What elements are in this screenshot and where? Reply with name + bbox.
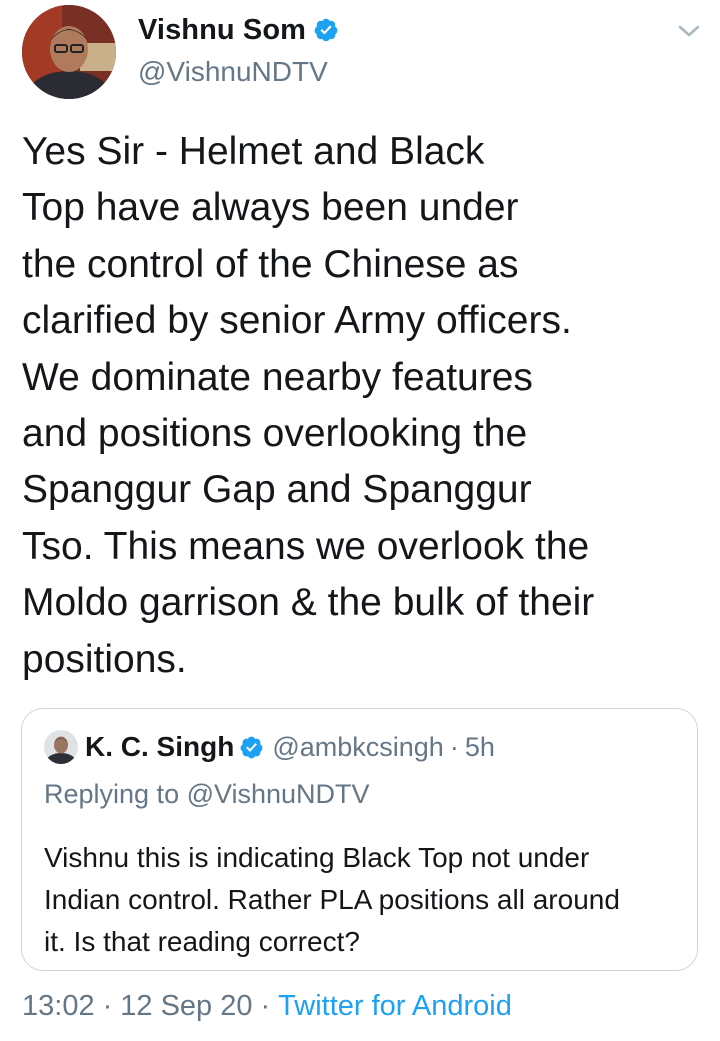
quoted-tweet-time: 5h <box>464 731 495 762</box>
verified-badge-icon <box>313 17 339 43</box>
tweet-text-line: Yes Sir - Helmet and Black <box>22 130 485 173</box>
tweet-footer: 13:02 · 12 Sep 20 · Twitter for Android <box>22 990 512 1023</box>
tweet-source-link[interactable]: Twitter for Android <box>278 990 512 1023</box>
quoted-author-avatar[interactable] <box>44 730 78 764</box>
tweet-text-line: the control of the Chinese as <box>22 242 519 286</box>
quoted-tweet-text: Vishnu this is indicating Black Top not … <box>44 837 684 963</box>
quoted-text-line: Vishnu this is indicating Black Top not … <box>44 842 590 873</box>
quoted-author-name[interactable]: K. C. Singh <box>85 731 234 763</box>
quoted-text-line: Indian control. Rather PLA positions all… <box>44 884 620 915</box>
tweet-text-line: Top have always been under <box>22 186 519 230</box>
author-name-row[interactable]: Vishnu Som <box>138 12 339 48</box>
quoted-tweet-header: K. C. Singh @ambkcsingh · 5h <box>44 729 495 765</box>
tweet-text-line: Tso. This means we overlook the <box>22 524 590 568</box>
tweet-text-line: clarified by senior Army officers. <box>22 299 572 343</box>
separator-dot: · <box>102 990 113 1022</box>
author-handle[interactable]: @VishnuNDTV <box>138 56 328 88</box>
quoted-text-line: it. Is that reading correct? <box>44 926 360 957</box>
tweet-text-line: Moldo garrison & the bulk of their <box>22 581 595 625</box>
quoted-tweet-card[interactable]: K. C. Singh @ambkcsingh · 5h Replying to… <box>21 708 698 971</box>
tweet-time: 13:02 <box>22 990 95 1022</box>
replying-to-label: Replying to @VishnuNDTV <box>44 779 370 809</box>
tweet-text: Yes Sir - Helmet and Black Top have alwa… <box>22 124 712 688</box>
author-name[interactable]: Vishnu Som <box>138 14 306 47</box>
tweet-date: 12 Sep 20 <box>120 990 253 1022</box>
author-avatar[interactable] <box>22 5 116 99</box>
tweet-text-line: and positions overlooking the <box>22 412 528 456</box>
tweet-text-line: We dominate nearby features <box>22 355 533 399</box>
separator-dot: · <box>260 990 271 1022</box>
tweet-text-line: positions. <box>22 637 187 681</box>
quoted-author-handle[interactable]: @ambkcsingh <box>272 732 443 763</box>
separator-dot: · <box>449 731 459 762</box>
verified-badge-icon <box>239 735 264 760</box>
chevron-down-icon[interactable] <box>675 20 703 42</box>
tweet-text-line: Spanggur Gap and Spanggur <box>22 468 532 512</box>
